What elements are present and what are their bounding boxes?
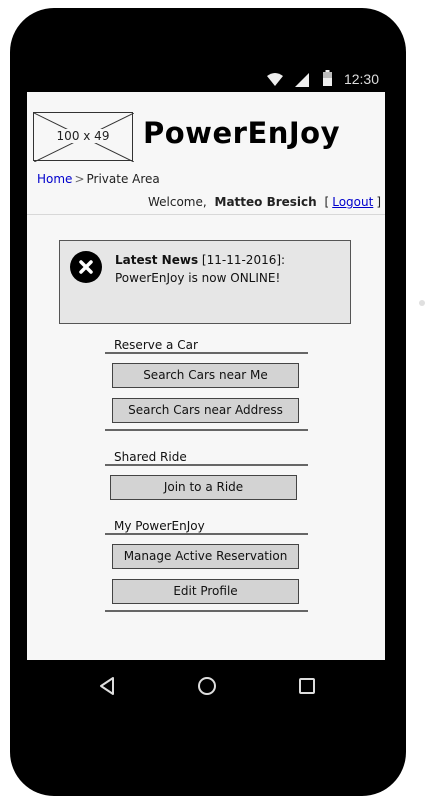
news-headline: Latest News <box>115 253 199 267</box>
section-rule-reserve-bottom <box>105 429 308 431</box>
app-title: PowerEnJoy <box>143 116 341 150</box>
signal-icon <box>295 72 309 91</box>
bracket-close: ] <box>376 195 381 209</box>
section-rule-my-top <box>105 533 308 535</box>
decorative-dot <box>419 300 425 306</box>
close-circle-icon[interactable] <box>70 251 102 283</box>
section-label-reserve: Reserve a Car <box>114 338 198 352</box>
breadcrumb: Home > Private Area <box>37 172 160 186</box>
recents-icon[interactable] <box>295 674 319 698</box>
battery-icon <box>323 70 332 90</box>
news-body: PowerEnJoy is now ONLINE! <box>115 271 281 285</box>
logo-placeholder-label: 100 x 49 <box>55 129 111 143</box>
bracket-open: [ <box>324 195 330 209</box>
breadcrumb-home-link[interactable]: Home <box>37 172 72 186</box>
status-bar: 12:30 <box>27 68 385 92</box>
breadcrumb-separator: > <box>74 172 85 186</box>
nav-bar <box>27 660 385 712</box>
header-divider <box>27 214 385 215</box>
section-label-my: My PowerEnJoy <box>114 519 205 533</box>
logout-link[interactable]: Logout <box>332 195 373 209</box>
user-name: Matteo Bresich <box>214 195 317 209</box>
news-panel: Latest News [11-11-2016]: PowerEnJoy is … <box>59 240 351 324</box>
section-rule-my-bottom <box>105 610 308 612</box>
wifi-icon <box>267 72 283 91</box>
back-icon[interactable] <box>95 674 119 698</box>
manage-active-reservation-button[interactable]: Manage Active Reservation <box>112 544 299 569</box>
breadcrumb-current: Private Area <box>86 172 160 186</box>
search-cars-near-address-button[interactable]: Search Cars near Address <box>112 398 299 423</box>
logo-placeholder: 100 x 49 <box>33 112 134 162</box>
news-date: [11-11-2016]: <box>201 253 286 267</box>
section-rule-shared-top <box>105 464 308 466</box>
home-icon[interactable] <box>195 674 219 698</box>
section-rule-reserve-top <box>105 352 308 354</box>
section-label-shared: Shared Ride <box>114 450 187 464</box>
search-cars-near-me-button[interactable]: Search Cars near Me <box>112 363 299 388</box>
welcome-bar: Welcome, Matteo Bresich [Logout] <box>148 195 381 209</box>
app-screen: 100 x 49 PowerEnJoy Home > Private Area We… <box>27 92 385 660</box>
edit-profile-button[interactable]: Edit Profile <box>112 579 299 604</box>
news-text: Latest News [11-11-2016]: PowerEnJoy is … <box>115 251 285 287</box>
status-time: 12:30 <box>343 71 379 87</box>
welcome-prefix: Welcome, <box>147 195 207 209</box>
join-ride-button[interactable]: Join to a Ride <box>110 475 297 500</box>
